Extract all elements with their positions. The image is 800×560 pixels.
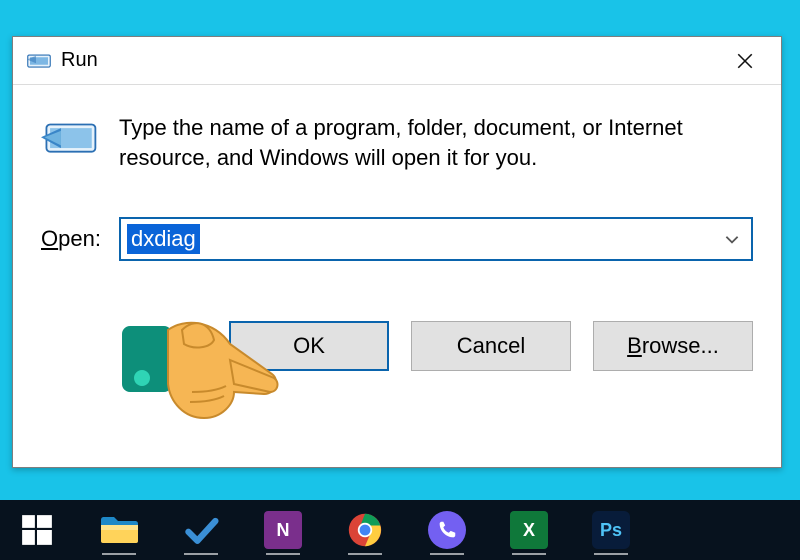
taskbar: N X Ps <box>0 500 800 560</box>
browse-button[interactable]: Browse... <box>593 321 753 371</box>
dialog-title: Run <box>61 49 723 72</box>
close-icon <box>736 52 754 70</box>
photoshop-icon: Ps <box>592 511 630 549</box>
onenote-icon: N <box>264 511 302 549</box>
ok-button[interactable]: OK <box>229 321 389 371</box>
chevron-down-icon <box>723 230 741 248</box>
windows-icon <box>20 513 54 547</box>
onenote[interactable]: N <box>256 503 310 557</box>
run-icon <box>27 52 51 70</box>
close-button[interactable] <box>723 39 767 83</box>
open-combobox[interactable]: dxdiag <box>119 217 753 261</box>
run-icon-large <box>41 115 99 173</box>
start-button[interactable] <box>10 503 64 557</box>
photoshop[interactable]: Ps <box>584 503 638 557</box>
dialog-body: Type the name of a program, folder, docu… <box>13 85 781 371</box>
dialog-buttons: OK Cancel Browse... <box>41 321 753 371</box>
dialog-description: Type the name of a program, folder, docu… <box>119 113 753 172</box>
excel-icon: X <box>510 511 548 549</box>
microsoft-todo[interactable] <box>174 503 228 557</box>
run-dialog: Run Type the name of a program, folder, … <box>12 36 782 468</box>
excel[interactable]: X <box>502 503 556 557</box>
viber-icon <box>428 511 466 549</box>
file-explorer[interactable] <box>92 503 146 557</box>
folder-icon <box>99 514 139 546</box>
chrome[interactable] <box>338 503 392 557</box>
cancel-button[interactable]: Cancel <box>411 321 571 371</box>
titlebar[interactable]: Run <box>13 37 781 85</box>
chrome-icon <box>347 512 383 548</box>
open-input-value[interactable]: dxdiag <box>127 224 200 255</box>
viber[interactable] <box>420 503 474 557</box>
open-label: Open: <box>41 226 101 252</box>
check-icon <box>183 512 219 548</box>
